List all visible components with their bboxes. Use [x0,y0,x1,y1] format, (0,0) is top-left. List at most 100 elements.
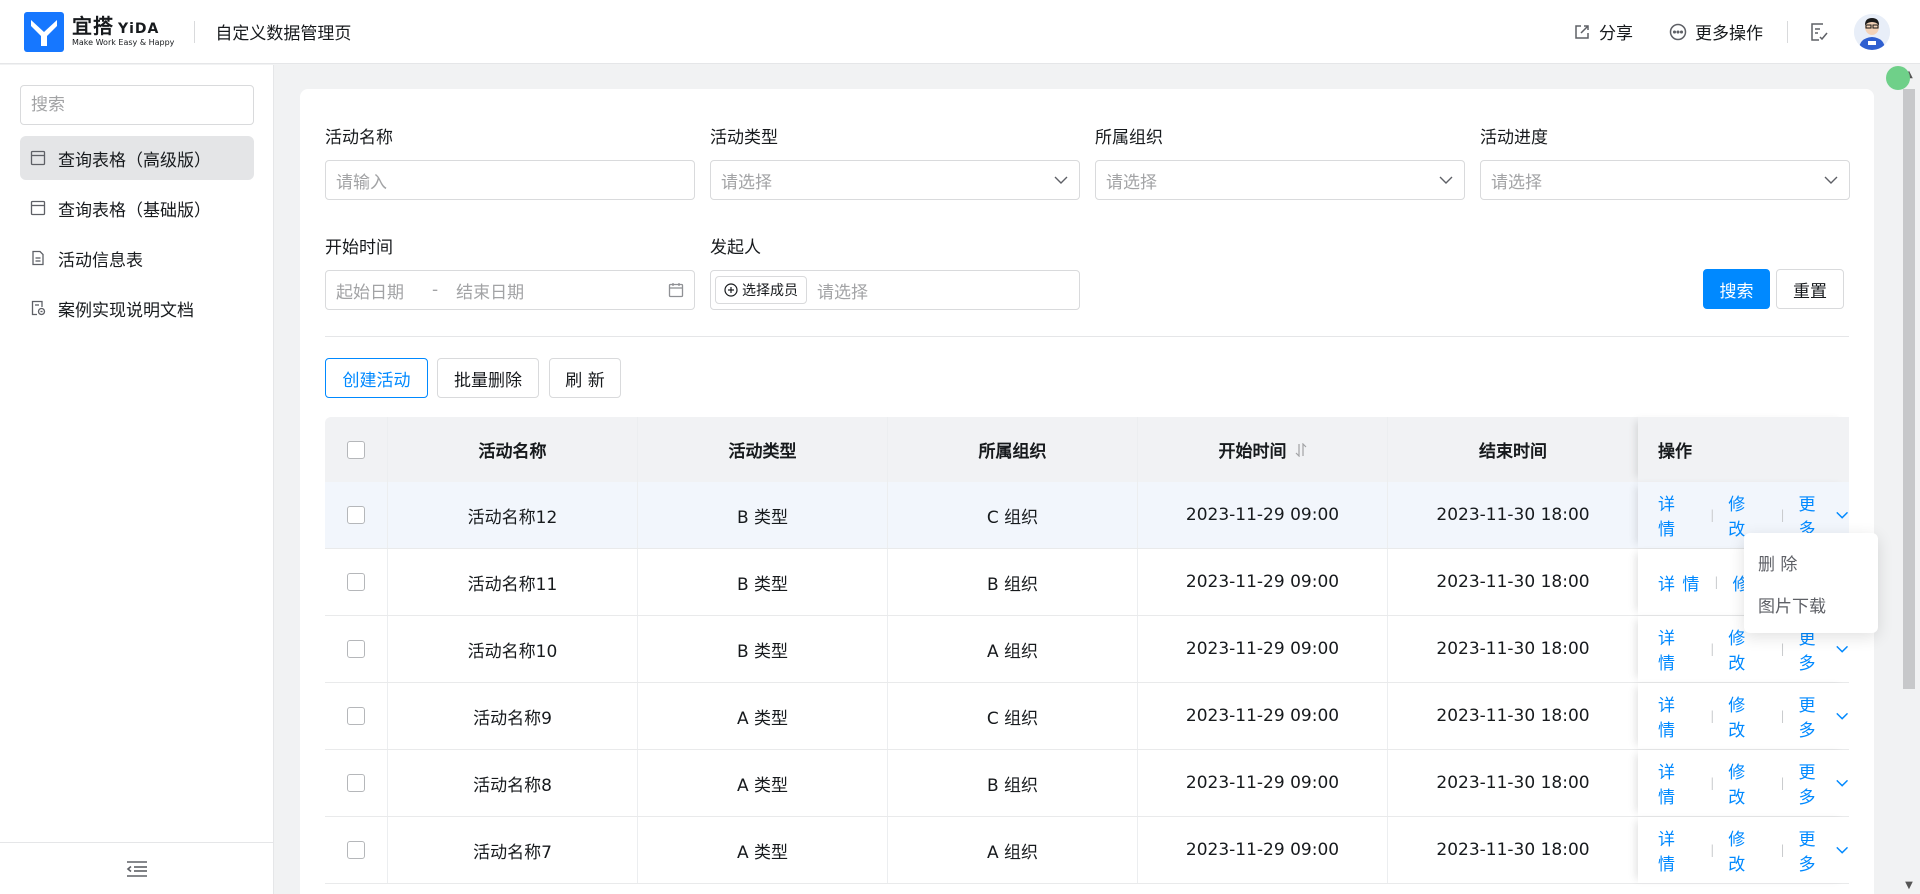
dropdown-item-delete[interactable]: 删 除 [1744,541,1878,583]
edit-action-link[interactable]: 修 改 [1728,758,1766,808]
more-action-label: 更多 [1798,696,1817,741]
select-member-button[interactable]: 选择成员 [715,276,807,304]
sidebar-item-activity-form[interactable]: 活动信息表 [20,236,254,280]
collapse-sidebar-icon[interactable] [126,860,148,878]
cell-activity-type: B 类型 [638,482,888,548]
plus-circle-icon [724,283,738,297]
detail-action-link[interactable]: 详 情 [1658,624,1696,674]
cell-end-time: 2023-11-30 18:00 [1436,505,1590,525]
org-select[interactable]: 请选择 [1095,160,1465,200]
table-row[interactable]: 活动名称9 A 类型 C 组织 2023-11-29 09:00 2023-11… [325,683,1849,750]
sort-icon[interactable] [1295,442,1307,457]
more-action-link[interactable]: 更多 [1799,758,1849,808]
action-separator: | [1780,508,1785,522]
row-select-cell [325,616,388,682]
select-member-label: 选择成员 [742,283,798,299]
edit-action-link[interactable]: 修 改 [1728,691,1766,741]
column-header-type[interactable]: 活动类型 [638,417,888,482]
row-checkbox[interactable] [347,573,365,591]
edit-action-link[interactable]: 修 改 [1728,825,1766,875]
form-document-icon [32,250,44,266]
date-range-picker[interactable]: 起始日期 - 结束日期 [325,270,695,310]
row-checkbox[interactable] [347,506,365,524]
dropdown-item-download-image[interactable]: 图片下载 [1744,583,1878,625]
table-row[interactable]: 活动名称10 B 类型 A 组织 2023-11-29 09:00 2023-1… [325,616,1849,683]
reset-button[interactable]: 重置 [1776,269,1844,309]
more-action-link[interactable]: 更多 [1799,825,1849,875]
table-row[interactable]: 活动名称8 A 类型 B 组织 2023-11-29 09:00 2023-11… [325,750,1849,817]
detail-action-link[interactable]: 详 情 [1658,825,1696,875]
row-checkbox[interactable] [347,841,365,859]
cell-activity-name: 活动名称10 [388,616,638,682]
sidebar-item-query-advanced[interactable]: 查询表格（高级版） [20,136,254,180]
progress-label: 活动进度 [1480,128,1548,148]
page-scrollbar[interactable]: ▲ ▼ [1898,65,1920,894]
share-button[interactable]: 分享 [1573,19,1633,44]
action-separator: | [1780,843,1785,857]
refresh-button[interactable]: 刷 新 [549,358,621,398]
user-avatar[interactable] [1854,13,1890,50]
detail-action-link[interactable]: 详 情 [1658,758,1696,808]
filter-divider [325,336,1849,337]
cell-activity-name: 活动名称8 [388,750,638,816]
detail-action-link[interactable]: 详 情 [1658,570,1700,595]
org-label: 所属组织 [1095,128,1163,148]
chevron-down-icon [1054,176,1068,184]
floating-status-dot[interactable] [1886,66,1910,90]
select-all-cell [325,417,388,482]
scrollbar-thumb[interactable] [1903,89,1915,689]
column-header-start-time[interactable]: 开始时间 [1138,417,1388,482]
action-separator: | [1710,642,1715,656]
more-action-link[interactable]: 更多 [1799,691,1849,741]
sidebar-item-query-basic[interactable]: 查询表格（基础版） [20,186,254,230]
share-label: 分享 [1599,24,1633,44]
more-action-label: 更多 [1798,763,1817,808]
create-activity-button[interactable]: 创建活动 [325,358,428,398]
sidebar-search[interactable] [20,85,254,125]
chevron-down-icon [1835,712,1848,720]
column-header-name[interactable]: 活动名称 [388,417,638,482]
detail-action-link[interactable]: 详 情 [1658,691,1696,741]
table-row[interactable]: 活动名称11 B 类型 B 组织 2023-11-29 09:00 2023-1… [325,549,1849,616]
progress-select[interactable]: 请选择 [1480,160,1850,200]
activity-name-label: 活动名称 [325,128,393,148]
table-header: 活动名称 活动类型 所属组织 开始时间 结束时间 操作 [325,417,1849,482]
row-select-cell [325,549,388,615]
batch-delete-button[interactable]: 批量删除 [437,358,539,398]
action-separator: | [1710,776,1715,790]
more-actions-dropdown: 删 除 图片下载 [1744,533,1878,633]
row-checkbox[interactable] [347,774,365,792]
action-separator: | [1710,843,1715,857]
start-time-label: 开始时间 [325,238,393,258]
activity-name-placeholder: 请输入 [336,172,387,193]
detail-action-link[interactable]: 详 情 [1658,490,1696,540]
action-separator: | [1714,575,1719,589]
progress-placeholder: 请选择 [1491,172,1542,193]
table-row[interactable]: 活动名称12 B 类型 C 组织 2023-11-29 09:00 2023-1… [325,482,1849,549]
row-checkbox[interactable] [347,640,365,658]
cell-activity-name: 活动名称11 [388,549,638,615]
sidebar-search-input[interactable] [31,95,250,115]
activity-type-select[interactable]: 请选择 [710,160,1080,200]
initiator-picker[interactable]: 选择成员 请选择 [710,270,1080,310]
more-actions-button[interactable]: 更多操作 [1669,19,1763,44]
sidebar-menu: 查询表格（高级版） 查询表格（基础版） 活动信息表 案例实现说明文档 [20,136,254,336]
cell-end-time: 2023-11-30 18:00 [1436,840,1590,860]
scroll-down-arrow-icon[interactable]: ▼ [1903,880,1915,891]
activity-name-input[interactable]: 请输入 [325,160,695,200]
sidebar-item-label: 活动信息表 [58,250,143,271]
cell-activity-name: 活动名称9 [388,683,638,749]
action-separator: | [1780,709,1785,723]
column-header-org[interactable]: 所属组织 [888,417,1138,482]
column-header-end-time[interactable]: 结束时间 [1388,417,1638,482]
search-button[interactable]: 搜索 [1703,269,1770,309]
yida-logo[interactable]: 宜搭 YiDA Make Work Easy & Happy [24,11,174,52]
cell-actions: 详 情 | 修 改 | 更多 [1638,683,1849,749]
row-checkbox[interactable] [347,707,365,725]
sidebar-item-case-doc[interactable]: 案例实现说明文档 [20,286,254,330]
cell-end-time: 2023-11-30 18:00 [1436,773,1590,793]
select-all-checkbox[interactable] [347,440,365,459]
todo-list-icon[interactable] [1808,21,1830,43]
org-placeholder: 请选择 [1106,172,1157,193]
table-row[interactable]: 活动名称7 A 类型 A 组织 2023-11-29 09:00 2023-11… [325,817,1849,884]
